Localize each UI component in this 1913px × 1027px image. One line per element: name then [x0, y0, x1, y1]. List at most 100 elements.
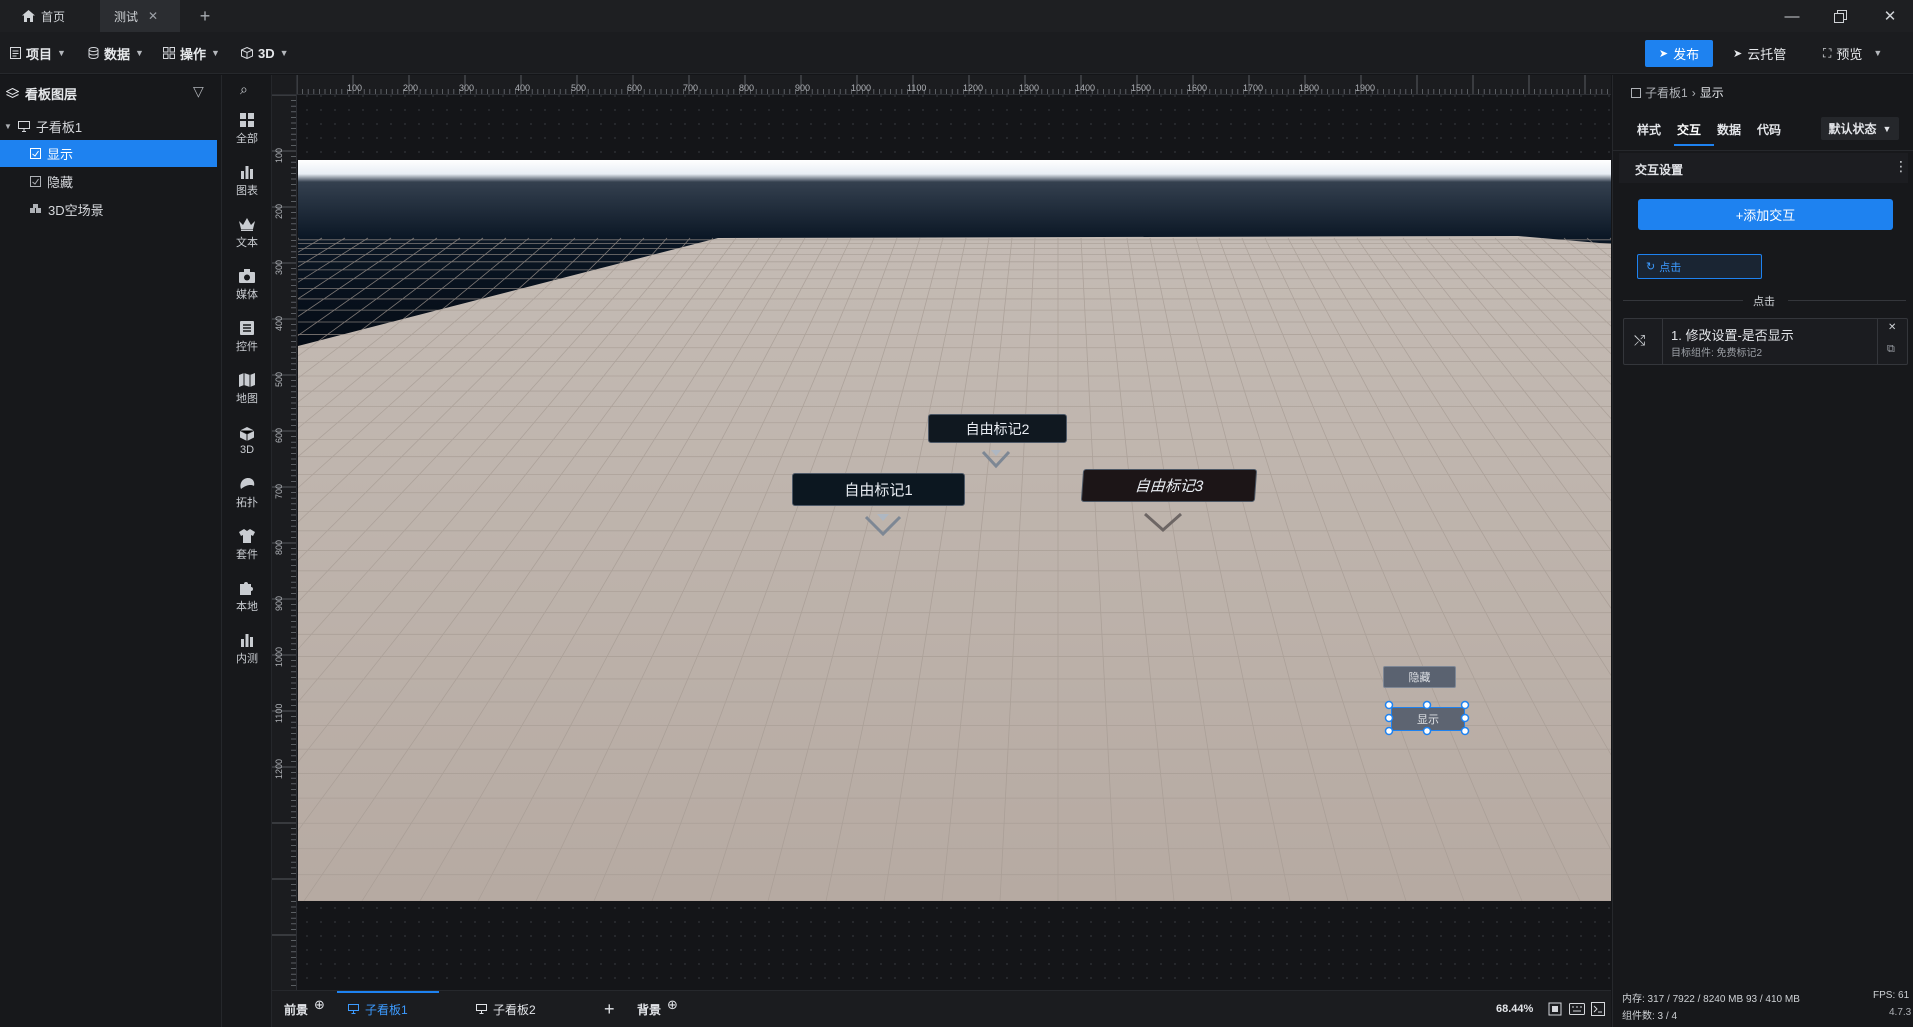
foreground-tab[interactable]: 前景 ⊕ — [284, 991, 325, 1027]
breadcrumb: 子看板1 › 显示 — [1631, 84, 1724, 101]
menu-operate[interactable]: 操作 ▼ — [163, 32, 220, 74]
widget-category-kit[interactable]: 套件 — [222, 521, 272, 569]
layer-item-hide[interactable]: 隐藏 — [0, 168, 217, 195]
fit-screen-icon[interactable] — [1548, 1002, 1562, 1016]
more-options-icon[interactable]: ⋮ — [1894, 158, 1908, 175]
topology-icon — [238, 476, 256, 492]
copy-icon[interactable]: ⧉ — [1887, 343, 1895, 356]
restore-button[interactable] — [1820, 0, 1860, 32]
hide-button-widget[interactable]: 隐藏 — [1383, 666, 1456, 688]
menu-3d[interactable]: 3D ▼ — [241, 32, 289, 74]
divider — [1623, 300, 1743, 301]
widget-category-label: 地图 — [236, 393, 258, 405]
layer-root-board[interactable]: ▼ 子看板1 — [0, 113, 217, 140]
add-circle-icon[interactable]: ⊕ — [667, 997, 678, 1013]
cloud-label: 云托管 — [1747, 46, 1787, 62]
hide-button-label: 隐藏 — [1408, 672, 1431, 684]
ruler-left-label: 100 — [274, 147, 284, 163]
layers-icon — [6, 87, 19, 98]
board-tab-2-label: 子看板2 — [493, 1002, 536, 1017]
delete-icon[interactable]: ✕ — [1888, 322, 1896, 333]
widget-category-text[interactable]: 文本 — [222, 209, 272, 257]
board-icon — [1631, 87, 1641, 98]
widget-category-beta[interactable]: 内测 — [222, 625, 272, 673]
3d-scene-viewport[interactable]: 自由标记2 自由标记1 自由标记3 隐藏 显示 — [298, 160, 1611, 901]
zoom-level[interactable]: 68.44% — [1496, 991, 1533, 1027]
ruler-corner — [272, 75, 297, 95]
selection-handles[interactable] — [1384, 700, 1474, 738]
ruler-top-label: 1800 — [1299, 83, 1320, 93]
widget-category-chart[interactable]: 图表 — [222, 157, 272, 205]
event-chip-click[interactable]: ↻ 点击 — [1637, 254, 1762, 279]
fullscreen-icon: ⛶ — [1823, 45, 1832, 60]
minimize-button[interactable]: — — [1772, 0, 1812, 32]
background-tab[interactable]: 背景 ⊕ — [637, 991, 678, 1027]
document-icon — [10, 47, 21, 59]
layer-item-show[interactable]: 显示 — [0, 140, 217, 167]
publish-button[interactable]: ➤ 发布 — [1645, 40, 1713, 67]
tab-code[interactable]: 代码 — [1757, 121, 1781, 138]
widget-category-map[interactable]: 地图 — [222, 365, 272, 413]
widget-category-3d[interactable]: 3D — [222, 417, 272, 465]
send-icon: ➤ — [1658, 48, 1669, 60]
ruler-top-label: 500 — [571, 83, 587, 93]
widget-category-topology[interactable]: 拓扑 — [222, 469, 272, 517]
widget-category-all[interactable]: 全部 — [222, 105, 272, 153]
bar-chart-icon — [238, 632, 256, 648]
menu-data[interactable]: 数据 ▼ — [88, 32, 144, 74]
cube-icon — [238, 426, 256, 442]
action-card[interactable]: ⤭ 1. 修改设置-是否显示 目标组件: 免费标记2 ✕ ⧉ — [1623, 318, 1908, 365]
widget-category-media[interactable]: 媒体 — [222, 261, 272, 309]
board-tab-2[interactable]: 子看板2 — [476, 991, 536, 1027]
new-tab-button[interactable]: + — [190, 0, 220, 32]
widget-category-label: 内测 — [236, 653, 258, 665]
cloud-button[interactable]: ➤ 云托管 — [1733, 32, 1786, 74]
bar-chart-icon — [238, 164, 256, 180]
widget-category-label: 本地 — [236, 601, 258, 613]
widget-category-label: 全部 — [236, 133, 258, 145]
search-icon[interactable]: ⌕ — [240, 81, 248, 98]
free-marker-3[interactable]: 自由标记3 — [1080, 469, 1258, 502]
tab-test[interactable]: 测试 ✕ — [100, 0, 180, 32]
ruler-top-label: 1700 — [1243, 83, 1264, 93]
marker-1-pointer — [864, 514, 902, 537]
preview-button[interactable]: ⛶ 预览 ▼ — [1823, 32, 1882, 74]
tab-style[interactable]: 样式 — [1637, 121, 1661, 138]
add-circle-icon[interactable]: ⊕ — [314, 997, 325, 1013]
free-marker-2[interactable]: 自由标记2 — [928, 414, 1067, 443]
menu-project[interactable]: 项目 ▼ — [10, 32, 66, 74]
widget-category-label: 3D — [239, 444, 255, 456]
ruler-left-label: 900 — [274, 595, 284, 611]
layer-panel: 看板图层 ▽ ▼ 子看板1 显示 隐藏 3D空场景 — [0, 75, 222, 1027]
close-icon[interactable]: ✕ — [148, 9, 158, 23]
marker-2-pointer — [981, 450, 1011, 469]
version-label: 4.7.3 — [1889, 1007, 1912, 1018]
ruler-top-label: 1500 — [1131, 83, 1152, 93]
cube-icon — [241, 47, 253, 59]
close-window-button[interactable]: ✕ — [1870, 0, 1910, 32]
database-icon — [88, 47, 99, 59]
breadcrumb-parent[interactable]: 子看板1 — [1645, 84, 1688, 101]
widget-category-control[interactable]: 控件 — [222, 313, 272, 361]
shirt-icon — [238, 528, 256, 544]
filter-icon[interactable]: ▽ — [193, 83, 204, 100]
tab-home[interactable]: 首页 — [8, 0, 100, 32]
layer-item-3d-scene[interactable]: 3D空场景 — [0, 196, 217, 223]
board-tab-1[interactable]: 子看板1 — [348, 991, 408, 1027]
button-widget-icon — [30, 176, 41, 187]
ruler-left-label: 1100 — [274, 703, 284, 723]
state-select[interactable]: 默认状态 ▼ — [1821, 117, 1899, 140]
chevron-down-icon: ▼ — [135, 48, 144, 58]
add-board-button[interactable]: + — [604, 991, 615, 1027]
free-marker-1[interactable]: 自由标记1 — [792, 473, 965, 506]
event-divider-label: 点击 — [1753, 296, 1775, 308]
terminal-icon[interactable] — [1591, 1002, 1605, 1016]
widget-category-local[interactable]: 本地 — [222, 573, 272, 621]
free-marker-1-label: 自由标记1 — [844, 482, 913, 499]
tab-data[interactable]: 数据 — [1717, 121, 1741, 138]
cubes-icon — [30, 204, 41, 213]
add-interaction-button[interactable]: +添加交互 — [1638, 199, 1893, 230]
tab-interaction[interactable]: 交互 — [1677, 121, 1701, 138]
keyboard-icon[interactable] — [1569, 1003, 1585, 1015]
tab-home-label: 首页 — [41, 9, 66, 24]
